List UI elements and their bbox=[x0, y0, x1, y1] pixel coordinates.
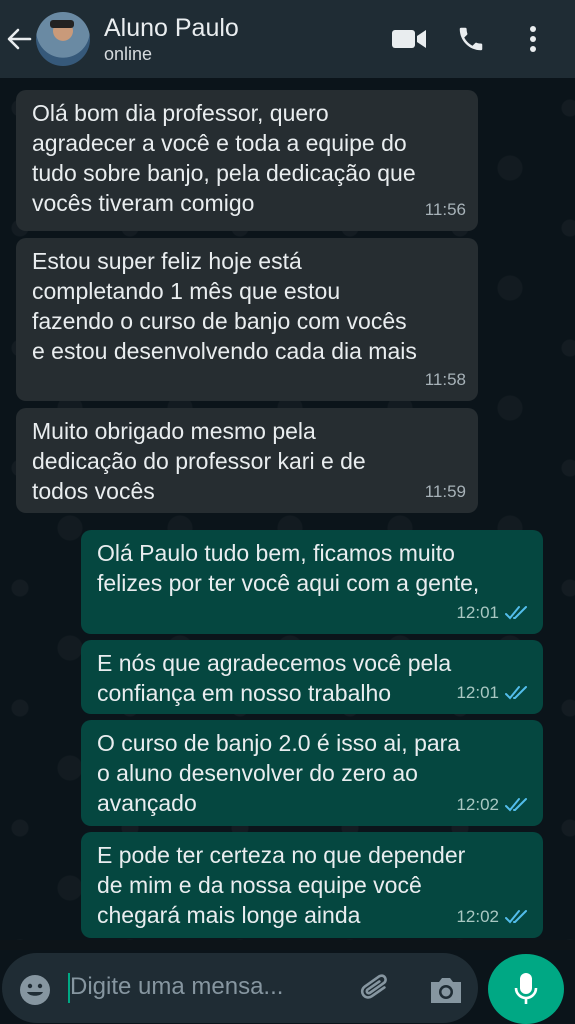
read-receipt-icon bbox=[505, 605, 531, 621]
contact-name: Aluno Paulo bbox=[104, 14, 239, 42]
message-text: Olá bom dia professor, quero agradecer a… bbox=[32, 100, 416, 216]
chat-header: Aluno Paulo online bbox=[0, 0, 575, 78]
message-time: 12:02 bbox=[456, 795, 499, 814]
back-arrow-icon[interactable] bbox=[2, 0, 36, 78]
message-time: 11:58 bbox=[424, 370, 466, 389]
mic-button[interactable] bbox=[488, 954, 564, 1024]
message-time: 12:02 bbox=[456, 907, 499, 926]
message-bubble-incoming[interactable]: Muito obrigado mesmo pela dedicação do p… bbox=[16, 408, 478, 513]
message-bubble-outgoing[interactable]: Olá Paulo tudo bem, ficamos muito felize… bbox=[81, 530, 543, 634]
video-call-icon[interactable] bbox=[389, 19, 429, 59]
message-time: 11:56 bbox=[424, 200, 466, 219]
message-bubble-outgoing[interactable]: E pode ter certeza no que depender de mi… bbox=[81, 832, 543, 938]
contact-info[interactable]: Aluno Paulo online bbox=[104, 13, 367, 65]
message-time: 12:01 bbox=[456, 683, 499, 702]
message-time: 12:01 bbox=[456, 603, 499, 622]
read-receipt-icon bbox=[505, 797, 531, 813]
more-options-icon[interactable] bbox=[513, 19, 553, 59]
emoji-icon[interactable] bbox=[18, 973, 52, 1007]
message-placeholder: Digite uma mensa... bbox=[70, 973, 284, 1000]
composer-bar: Digite uma mensa... bbox=[0, 950, 575, 1024]
mic-icon bbox=[514, 973, 538, 1004]
camera-icon[interactable] bbox=[428, 973, 464, 1007]
message-bubble-outgoing[interactable]: O curso de banjo 2.0 é isso ai, para o a… bbox=[81, 720, 543, 826]
avatar[interactable] bbox=[36, 12, 90, 66]
message-text: Muito obrigado mesmo pela dedicação do p… bbox=[32, 418, 366, 504]
phone-icon[interactable] bbox=[451, 19, 491, 59]
message-text: Olá Paulo tudo bem, ficamos muito felize… bbox=[97, 540, 480, 596]
message-time: 11:59 bbox=[424, 482, 466, 501]
contact-status: online bbox=[104, 44, 153, 64]
message-bubble-outgoing[interactable]: E nós que agradecemos você pela confianç… bbox=[81, 640, 543, 714]
message-bubble-incoming[interactable]: Estou super feliz hoje está completando … bbox=[16, 238, 478, 401]
read-receipt-icon bbox=[505, 685, 531, 701]
message-list: Olá bom dia professor, quero agradecer a… bbox=[0, 78, 575, 940]
message-bubble-incoming[interactable]: Olá bom dia professor, quero agradecer a… bbox=[16, 90, 478, 231]
message-text: Estou super feliz hoje está completando … bbox=[32, 248, 417, 364]
message-input[interactable]: Digite uma mensa... bbox=[2, 953, 478, 1023]
read-receipt-icon bbox=[505, 909, 531, 925]
attach-icon[interactable] bbox=[358, 971, 394, 1007]
